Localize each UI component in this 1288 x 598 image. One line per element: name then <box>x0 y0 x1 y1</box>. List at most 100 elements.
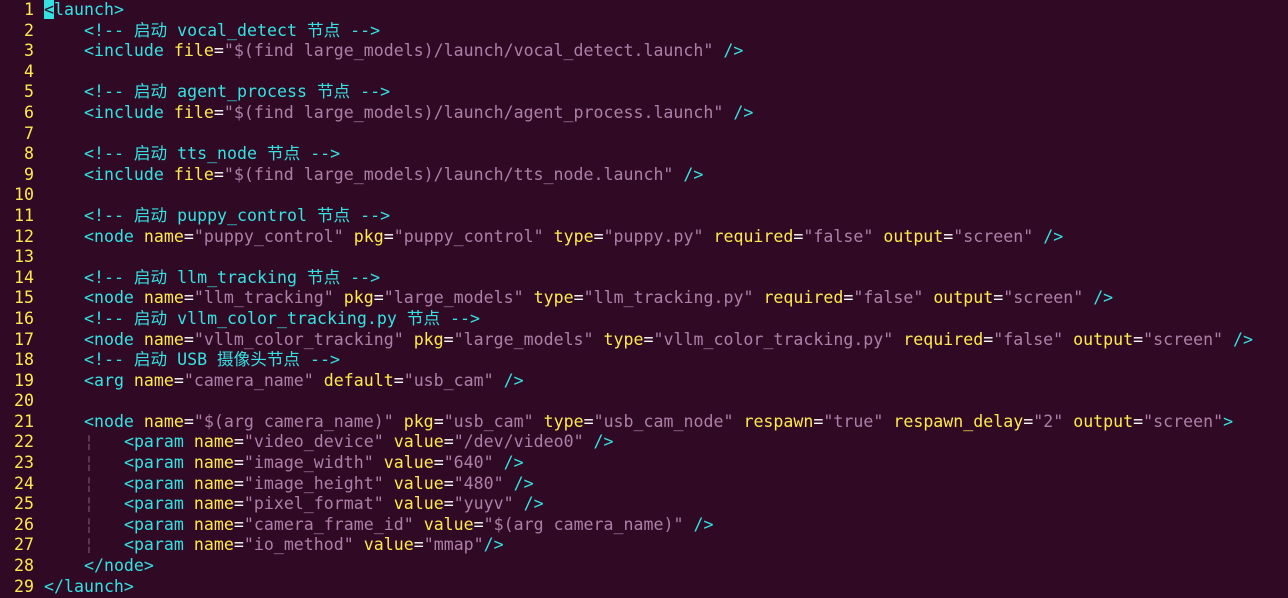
code-line[interactable]: 19 <arg name="camera_name" default="usb_… <box>0 371 1288 392</box>
code-line[interactable]: 4 <box>0 62 1288 83</box>
code-line[interactable]: 25 ¦ <param name="pixel_format" value="y… <box>0 494 1288 515</box>
code-line[interactable]: 6 <include file="$(find large_models)/la… <box>0 103 1288 124</box>
xml-tag-token: /> <box>683 514 714 534</box>
string-token: "false" <box>993 329 1064 349</box>
xml-tag-token: /> <box>673 164 704 184</box>
code-line[interactable]: 26 ¦ <param name="camera_frame_id" value… <box>0 515 1288 536</box>
code-line[interactable]: 8 <!-- 启动 tts_node 节点 --> <box>0 144 1288 165</box>
string-token: "$(find large_models)/launch/tts_node.la… <box>223 164 674 184</box>
code-editor[interactable]: 1 <launch> 2 <!-- 启动 vocal_detect 节点 --> 3 … <box>0 0 1288 598</box>
line-number: 14 <box>14 267 34 287</box>
code-line[interactable]: 22 ¦ <param name="video_device" value="/… <box>0 432 1288 453</box>
text-cursor: < <box>44 0 54 19</box>
xml-tag-token: /> <box>513 494 544 514</box>
string-token: "pixel_format" <box>243 494 384 514</box>
equals-token: = <box>233 535 244 555</box>
equals-token: = <box>413 535 424 555</box>
line-content: <include file="$(find large_models)/laun… <box>44 41 743 60</box>
code-line[interactable]: 16 <!-- 启动 vllm_color_tracking.py 节点 --> <box>0 309 1288 330</box>
string-token: "usb_cam_node" <box>593 411 734 431</box>
xml-tag-token: <include <box>83 164 174 184</box>
xml-attribute-token: name <box>193 494 234 514</box>
string-token: "puppy_control" <box>193 226 344 246</box>
xml-attribute-token: required <box>713 226 794 246</box>
equals-token: = <box>183 411 194 431</box>
code-line[interactable]: 18 <!-- 启动 USB 摄像头节点 --> <box>0 350 1288 371</box>
xml-attribute-token: name <box>193 473 234 493</box>
line-content: <!-- 启动 llm_tracking 节点 --> <box>44 268 380 287</box>
equals-token: = <box>393 370 404 390</box>
code-line[interactable]: 23 ¦ <param name="image_width" value="64… <box>0 453 1288 474</box>
string-token: "2" <box>1033 411 1064 431</box>
xml-attribute-token: file <box>173 102 214 122</box>
equals-token: = <box>233 453 244 473</box>
equals-token: = <box>433 411 444 431</box>
code-line[interactable]: 12 <node name="puppy_control" pkg="puppy… <box>0 227 1288 248</box>
code-line[interactable]: 20 <box>0 391 1288 412</box>
xml-tag-token: <node <box>83 288 144 308</box>
code-line[interactable]: 28 </node> <box>0 556 1288 577</box>
line-content: <!-- 启动 vllm_color_tracking.py 节点 --> <box>44 309 480 328</box>
equals-token: = <box>583 411 594 431</box>
line-number: 25 <box>14 494 34 514</box>
code-line[interactable]: 1 <launch> <box>0 0 1288 21</box>
equals-token: = <box>183 288 194 308</box>
code-line[interactable]: 27 ¦ <param name="io_method" value="mmap… <box>0 535 1288 556</box>
xml-tag-token: /> <box>503 473 534 493</box>
line-number: 21 <box>14 411 34 431</box>
code-line[interactable]: 10 <box>0 185 1288 206</box>
line-content: <node name="$(arg camera_name)" pkg="usb… <box>44 412 1233 431</box>
xml-attribute-token: output <box>883 226 944 246</box>
code-line[interactable]: 7 <box>0 124 1288 145</box>
xml-tag-token: <include <box>83 41 174 61</box>
code-line[interactable]: 13 <box>0 247 1288 268</box>
line-number: 15 <box>14 288 34 308</box>
xml-tag-token: > <box>1223 411 1234 431</box>
code-line[interactable]: 17 <node name="vllm_color_tracking" pkg=… <box>0 330 1288 351</box>
xml-tag-token: /> <box>583 432 614 452</box>
string-token: "screen" <box>1143 329 1224 349</box>
code-line[interactable]: 21 <node name="$(arg camera_name)" pkg="… <box>0 412 1288 433</box>
code-line[interactable]: 5 <!-- 启动 agent_process 节点 --> <box>0 82 1288 103</box>
equals-token: = <box>1133 329 1144 349</box>
code-line[interactable]: 9 <include file="$(find large_models)/la… <box>0 165 1288 186</box>
xml-attribute-token: respawn_delay <box>893 411 1024 431</box>
xml-attribute-token: value <box>393 432 444 452</box>
xml-attribute-token: type <box>543 411 584 431</box>
string-token: "image_height" <box>243 473 384 493</box>
code-line[interactable]: 24 ¦ <param name="image_height" value="4… <box>0 474 1288 495</box>
string-token: "480" <box>453 473 504 493</box>
code-line[interactable]: 15 <node name="llm_tracking" pkg="large_… <box>0 288 1288 309</box>
code-line[interactable]: 11 <!-- 启动 puppy_control 节点 --> <box>0 206 1288 227</box>
xml-attribute-token: name <box>193 432 234 452</box>
code-line[interactable]: 2 <!-- 启动 vocal_detect 节点 --> <box>0 21 1288 42</box>
xml-tag-token: </launch> <box>44 576 134 596</box>
code-line[interactable]: 29 </launch> <box>0 577 1288 598</box>
string-token: "false" <box>853 288 924 308</box>
line-content: <include file="$(find large_models)/laun… <box>44 103 753 122</box>
xml-comment-token: <!-- 启动 USB 摄像头节点 --> <box>83 350 340 370</box>
code-line[interactable]: 3 <include file="$(find large_models)/la… <box>0 41 1288 62</box>
line-content: <node name="puppy_control" pkg="puppy_co… <box>44 227 1063 246</box>
string-token: "vllm_color_tracking.py" <box>653 329 894 349</box>
equals-token: = <box>183 329 194 349</box>
equals-token: = <box>213 102 224 122</box>
xml-attribute-token: type <box>533 288 574 308</box>
xml-tag-token: <param <box>123 453 194 473</box>
code-line[interactable]: 14 <!-- 启动 llm_tracking 节点 --> <box>0 268 1288 289</box>
line-number: 19 <box>14 370 34 390</box>
xml-attribute-token: name <box>143 288 184 308</box>
string-token: "large_models" <box>383 288 524 308</box>
